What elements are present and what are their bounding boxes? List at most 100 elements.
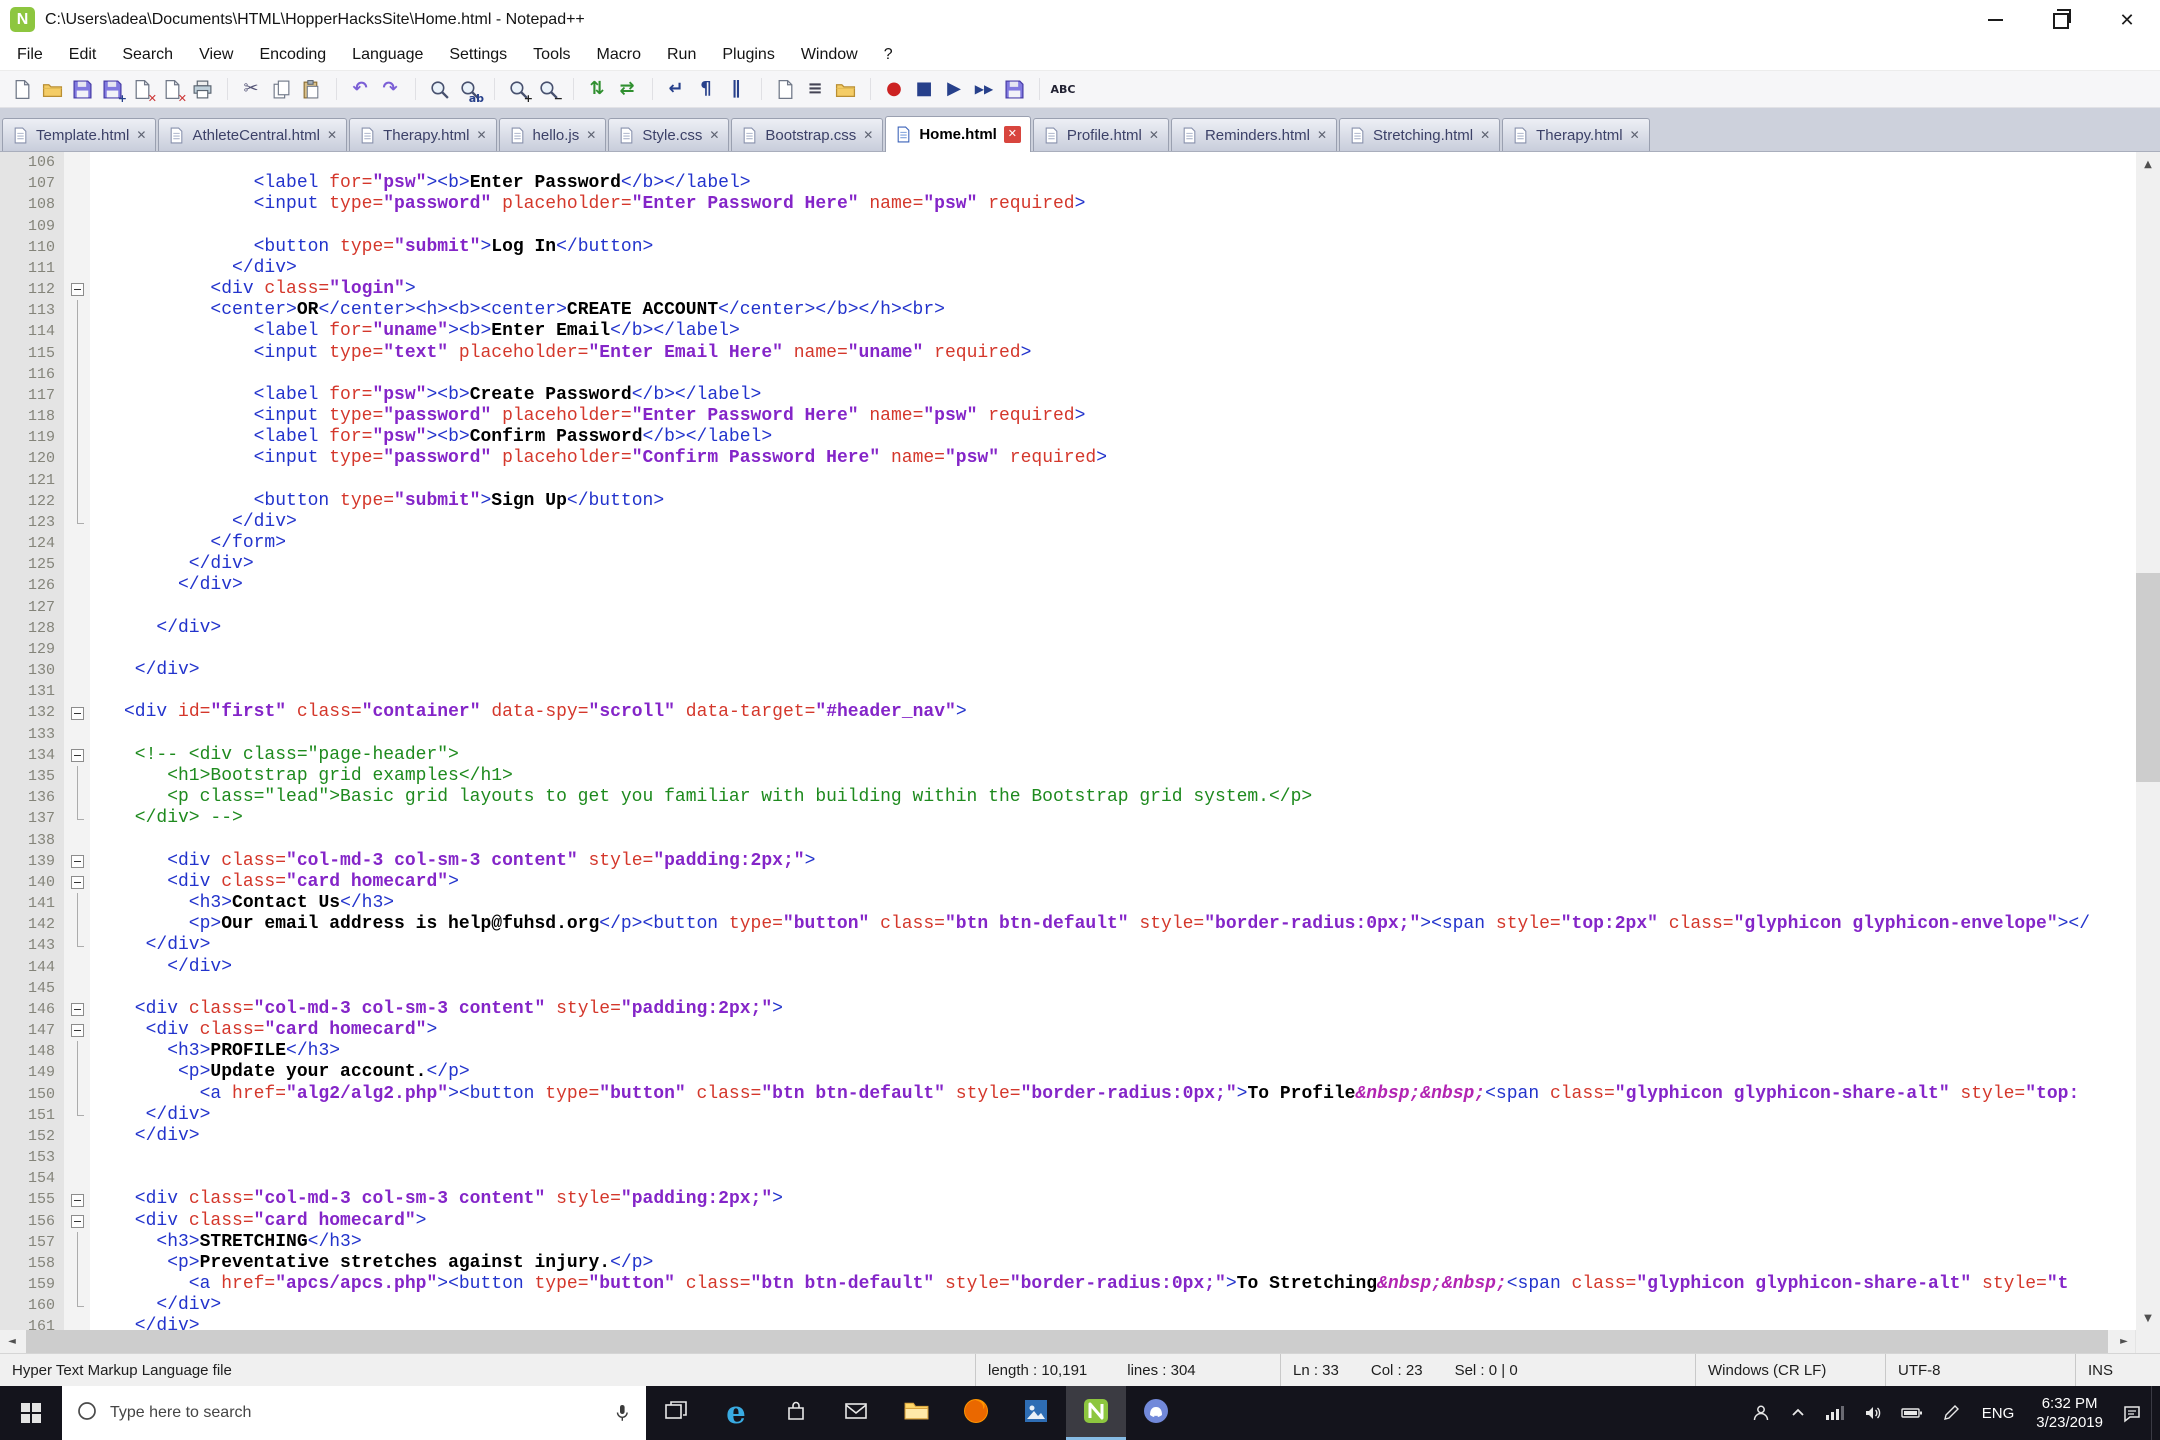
taskbar-app-firefox[interactable]	[946, 1386, 1006, 1440]
scroll-up-arrow-icon[interactable]: ▲	[2136, 152, 2160, 176]
tab-therapy-html[interactable]: Therapy.html ✕	[349, 118, 497, 151]
menu-item-file[interactable]: File	[4, 39, 56, 70]
toolbar-open-file-button[interactable]	[38, 75, 66, 103]
taskbar-app-notepad-plus-plus[interactable]	[1066, 1386, 1126, 1440]
toolbar-save-file-button[interactable]	[68, 75, 96, 103]
tab-reminders-html[interactable]: Reminders.html ✕	[1170, 118, 1338, 151]
toolbar-paste-button[interactable]	[297, 75, 325, 103]
restore-button[interactable]	[2028, 0, 2094, 39]
language-indicator[interactable]: ENG	[1970, 1405, 2027, 1422]
scroll-right-arrow-icon[interactable]: ►	[2112, 1330, 2136, 1353]
action-center-icon[interactable]	[2113, 1386, 2151, 1440]
vertical-scrollbar[interactable]: ▲ ▼	[2136, 152, 2160, 1330]
taskbar-app-mail[interactable]	[826, 1386, 886, 1440]
tab-close-icon[interactable]: ✕	[1149, 129, 1159, 141]
menu-item-tools[interactable]: Tools	[520, 39, 583, 70]
menu-item-run[interactable]: Run	[654, 39, 709, 70]
battery-icon[interactable]	[1892, 1386, 1932, 1440]
toolbar-function-list-button[interactable]: ≡	[801, 75, 829, 103]
menu-item-window[interactable]: Window	[788, 39, 871, 70]
vertical-scrollbar-thumb[interactable]	[2136, 573, 2160, 782]
menu-item-search[interactable]: Search	[109, 39, 186, 70]
menu-item-settings[interactable]: Settings	[436, 39, 520, 70]
tab-profile-html[interactable]: Profile.html ✕	[1032, 118, 1169, 151]
toolbar-replace-button[interactable]: ab	[455, 75, 484, 105]
toolbar-zoom-out-button[interactable]: −	[534, 75, 563, 105]
toolbar-new-file-button[interactable]	[8, 75, 36, 103]
toolbar-folder-as-workspace-button[interactable]	[831, 75, 859, 103]
toolbar-redo-button[interactable]: ↷	[376, 75, 404, 103]
volume-icon[interactable]	[1854, 1386, 1892, 1440]
tab-close-icon[interactable]: ✕	[327, 129, 337, 141]
editor[interactable]: 106 107 <label for="psw"><b>Enter Passwor…	[0, 152, 2160, 1353]
network-icon[interactable]	[1816, 1386, 1854, 1440]
menu-item-encoding[interactable]: Encoding	[246, 39, 339, 70]
tab-close-icon[interactable]: ✕	[1003, 126, 1021, 143]
show-desktop-button[interactable]	[2151, 1386, 2160, 1440]
tab-close-icon[interactable]: ✕	[136, 129, 146, 141]
people-icon[interactable]	[1742, 1386, 1780, 1440]
toolbar-record-macro-button[interactable]: ●	[880, 75, 908, 103]
tab-close-icon[interactable]: ✕	[1630, 129, 1640, 141]
tab-close-icon[interactable]: ✕	[586, 129, 596, 141]
taskbar-search-box[interactable]: Type here to search	[62, 1386, 646, 1440]
toolbar-spell-check-button[interactable]: ABC	[1049, 75, 1077, 103]
taskbar-app-discord[interactable]	[1126, 1386, 1186, 1440]
toolbar-zoom-in-button[interactable]: +	[504, 75, 533, 105]
fold-collapse-icon[interactable]	[70, 283, 84, 297]
menu-item-language[interactable]: Language	[339, 39, 436, 70]
toolbar-document-map-button[interactable]	[771, 75, 799, 103]
tab-close-icon[interactable]: ✕	[476, 129, 486, 141]
pen-icon[interactable]	[1932, 1386, 1970, 1440]
toolbar-save-all-button[interactable]: +	[98, 75, 127, 105]
tab-close-icon[interactable]: ✕	[709, 129, 719, 141]
toolbar-copy-button[interactable]	[267, 75, 295, 103]
scroll-down-arrow-icon[interactable]: ▼	[2136, 1306, 2160, 1330]
toolbar-sync-vertical-button[interactable]: ⇅	[583, 75, 611, 103]
taskbar-app-photos[interactable]	[1006, 1386, 1066, 1440]
toolbar-sync-horizontal-button[interactable]: ⇄	[613, 75, 641, 103]
menu-item-macro[interactable]: Macro	[584, 39, 654, 70]
taskbar-app-file-explorer[interactable]	[886, 1386, 946, 1440]
menu-item-help[interactable]: ?	[871, 39, 906, 70]
tab-bootstrap-css[interactable]: Bootstrap.css ✕	[731, 118, 884, 151]
toolbar-show-all-characters-button[interactable]: ¶	[692, 75, 720, 103]
close-button[interactable]: ✕	[2094, 0, 2160, 39]
toolbar-show-indent-guide-button[interactable]: ∥	[722, 75, 750, 103]
start-button[interactable]	[0, 1386, 62, 1440]
taskbar-app-task-view[interactable]	[646, 1386, 706, 1440]
fold-collapse-icon[interactable]	[70, 1193, 84, 1207]
fold-collapse-icon[interactable]	[70, 1002, 84, 1016]
menu-item-plugins[interactable]: Plugins	[709, 39, 787, 70]
tab-close-icon[interactable]: ✕	[1317, 129, 1327, 141]
toolbar-close-all-button[interactable]: ✕	[158, 75, 187, 105]
tab-style-css[interactable]: Style.css ✕	[608, 118, 730, 151]
horizontal-scrollbar[interactable]: ◄ ►	[0, 1330, 2160, 1353]
tab-stretching-html[interactable]: Stretching.html ✕	[1339, 118, 1501, 151]
horizontal-scrollbar-thumb[interactable]	[26, 1330, 2108, 1353]
menu-item-edit[interactable]: Edit	[56, 39, 110, 70]
toolbar-play-macro-button[interactable]: ▶	[940, 75, 968, 103]
toolbar-undo-button[interactable]: ↶	[346, 75, 374, 103]
fold-collapse-icon[interactable]	[70, 706, 84, 720]
toolbar-print-button[interactable]	[188, 75, 216, 103]
microphone-icon[interactable]	[612, 1403, 632, 1423]
scroll-left-arrow-icon[interactable]: ◄	[0, 1330, 24, 1353]
toolbar-save-macro-button[interactable]	[1000, 75, 1028, 103]
show-hidden-icons-chevron-icon[interactable]	[1780, 1386, 1816, 1440]
fold-collapse-icon[interactable]	[70, 1214, 84, 1228]
tab-hello-js[interactable]: hello.js ✕	[498, 118, 607, 151]
tab-close-icon[interactable]: ✕	[1480, 129, 1490, 141]
taskbar-app-store[interactable]	[766, 1386, 826, 1440]
toolbar-close-file-button[interactable]: ✕	[128, 75, 157, 105]
tab-home-html[interactable]: Home.html ✕	[885, 116, 1031, 152]
taskbar-app-edge[interactable]: e	[706, 1386, 766, 1440]
fold-collapse-icon[interactable]	[70, 875, 84, 889]
fold-collapse-icon[interactable]	[70, 854, 84, 868]
tab-template-html[interactable]: Template.html ✕	[2, 118, 157, 151]
toolbar-stop-recording-button[interactable]: ■	[910, 75, 938, 103]
toolbar-cut-button[interactable]: ✂	[237, 75, 265, 103]
tab-therapy-html[interactable]: Therapy.html ✕	[1502, 118, 1650, 151]
notepad-plus-plus-icon[interactable]: N	[10, 7, 35, 32]
toolbar-find-button[interactable]	[425, 75, 453, 103]
